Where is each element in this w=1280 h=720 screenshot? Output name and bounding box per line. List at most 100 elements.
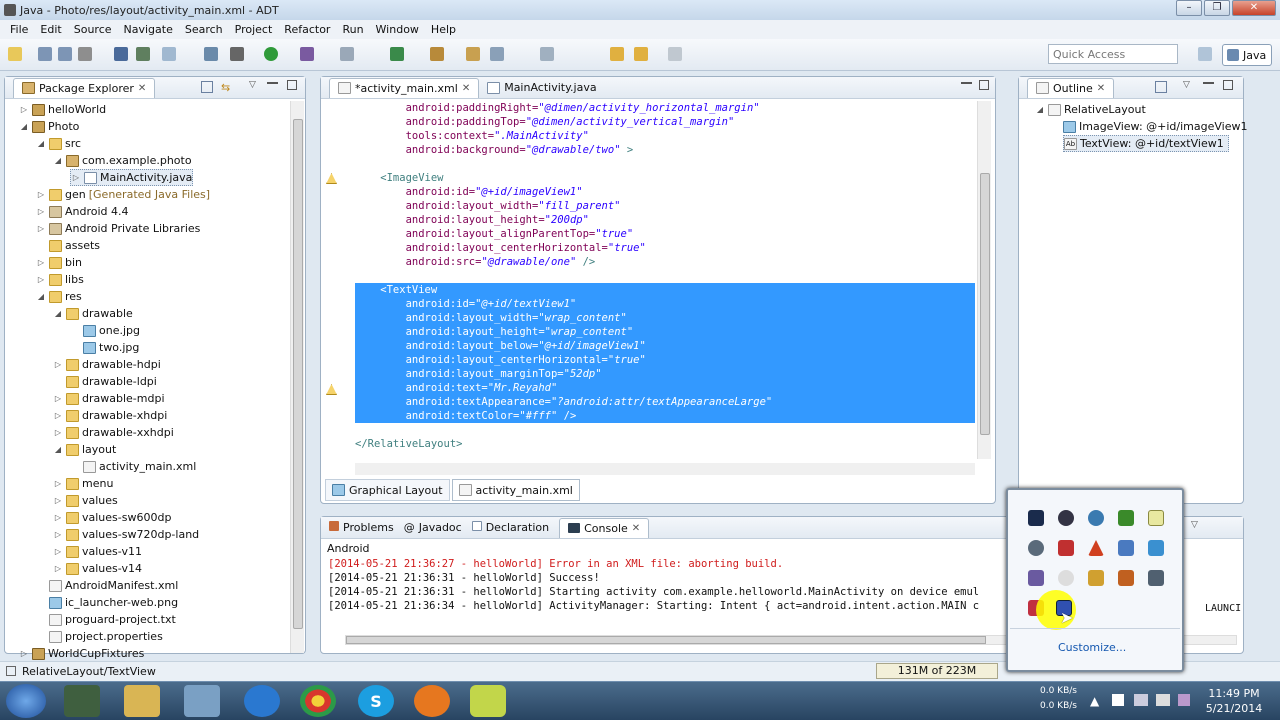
tree-item[interactable]: ◢ res	[36, 288, 82, 305]
tray-app-icon[interactable]	[1058, 570, 1074, 586]
tab-graphical-layout[interactable]: Graphical Layout	[325, 479, 450, 501]
tree-item[interactable]: ▷ drawable-xxhdpi	[53, 424, 174, 441]
tray-app-icon[interactable]	[1088, 570, 1104, 586]
expand-icon[interactable]: ▷	[53, 509, 63, 526]
collapse-all-icon[interactable]	[201, 81, 213, 93]
tree-item[interactable]: ▷ values-v14	[53, 560, 142, 577]
scroll-thumb[interactable]	[293, 119, 303, 629]
network-icon[interactable]	[1134, 694, 1148, 706]
outline-item-imageview[interactable]: ImageView: @+id/imageView1	[1063, 118, 1247, 135]
view-menu-icon[interactable]: ▽	[1183, 80, 1190, 90]
collapse-icon[interactable]: ◢	[36, 135, 46, 152]
maximize-button[interactable]: ❐	[1204, 0, 1230, 16]
tree-item[interactable]: activity_main.xml	[70, 458, 196, 475]
tree-item[interactable]: ◢ Photo	[19, 118, 79, 135]
taskbar-explorer-icon[interactable]	[124, 685, 160, 717]
code-line[interactable]: android:textAppearance="?android:attr/te…	[355, 395, 975, 409]
code-line[interactable]: android:layout_width="wrap_content"	[355, 311, 975, 325]
code-line[interactable]: android:id="@+id/textView1"	[355, 297, 975, 311]
minimize-view-icon[interactable]	[1203, 81, 1214, 84]
menu-source[interactable]: Source	[68, 23, 118, 36]
code-line[interactable]: tools:context=".MainActivity"	[355, 129, 589, 143]
volume-icon[interactable]	[1156, 694, 1170, 706]
editor-scrollbar[interactable]	[977, 101, 991, 459]
alert-icon[interactable]	[1088, 540, 1104, 556]
expand-icon[interactable]: ▷	[53, 475, 63, 492]
tree-item[interactable]: ▷ Android 4.4	[36, 203, 129, 220]
tab-mainactivity-java[interactable]: MainActivity.java	[479, 78, 604, 97]
dropbox-icon[interactable]	[1148, 540, 1164, 556]
code-line[interactable]: android:background="@drawable/two" >	[355, 143, 634, 157]
menu-file[interactable]: File	[4, 23, 34, 36]
tree-item[interactable]: ◢ drawable	[53, 305, 133, 322]
next-annotation-icon[interactable]	[490, 47, 504, 61]
menu-window[interactable]: Window	[370, 23, 425, 36]
code-line[interactable]: android:src="@drawable/one" />	[355, 255, 596, 269]
save-icon[interactable]	[38, 47, 52, 61]
code-line[interactable]: android:id="@+id/imageView1"	[355, 185, 583, 199]
code-line[interactable]: android:textColor="#fff" />	[355, 409, 975, 423]
tray-app-icon[interactable]	[1088, 510, 1104, 526]
heap-status[interactable]: 131M of 223M	[876, 663, 998, 679]
open-perspective-icon[interactable]	[1198, 47, 1212, 61]
expand-icon[interactable]: ▷	[53, 492, 63, 509]
tree-item[interactable]: ▷ MainActivity.java	[70, 169, 194, 186]
code-line[interactable]: android:layout_alignParentTop="true"	[355, 227, 634, 241]
show-hidden-icons-button[interactable]: ▲	[1090, 694, 1099, 708]
tree-item[interactable]: ◢ src	[36, 135, 81, 152]
code-line[interactable]: android:paddingTop="@dimen/activity_vert…	[355, 115, 735, 129]
taskbar-search-icon[interactable]	[184, 685, 220, 717]
external-tools-icon[interactable]	[300, 47, 314, 61]
tree-item[interactable]: ic_launcher-web.png	[36, 594, 178, 611]
close-icon[interactable]: ✕	[632, 523, 640, 534]
menu-refactor[interactable]: Refactor	[278, 23, 336, 36]
package-explorer-scrollbar[interactable]	[290, 101, 304, 653]
debug-icon[interactable]	[230, 47, 244, 61]
code-line[interactable]: android:layout_height="200dp"	[355, 213, 589, 227]
expand-icon[interactable]: ▷	[53, 424, 63, 441]
tray-app-icon[interactable]	[1118, 510, 1134, 526]
tree-item[interactable]: ▷ gen [Generated Java Files]	[36, 186, 210, 203]
open-task-icon[interactable]	[466, 47, 480, 61]
expand-icon[interactable]: ▷	[53, 560, 63, 577]
collapse-icon[interactable]: ◢	[53, 305, 63, 322]
expand-icon[interactable]: ▷	[53, 526, 63, 543]
code-line[interactable]: android:layout_below="@+id/imageView1"	[355, 339, 975, 353]
tab-console[interactable]: Console ✕	[559, 517, 650, 538]
minimize-button[interactable]: –	[1176, 0, 1202, 16]
expand-icon[interactable]: ▷	[53, 356, 63, 373]
code-line[interactable]: android:layout_width="fill_parent"	[355, 199, 621, 213]
tree-item[interactable]: ▷ values-v11	[53, 543, 142, 560]
tree-item[interactable]: ▷ values-sw720dp-land	[53, 526, 199, 543]
tray-app-icon[interactable]	[1148, 570, 1164, 586]
tree-item[interactable]: one.jpg	[70, 322, 140, 339]
bluetooth-icon[interactable]	[1028, 540, 1044, 556]
taskbar-ie-icon[interactable]	[244, 685, 280, 717]
menu-run[interactable]: Run	[336, 23, 369, 36]
tree-item[interactable]: ▷ values	[53, 492, 118, 509]
tab-xml-source[interactable]: activity_main.xml	[451, 479, 580, 501]
taskbar-terminal-icon[interactable]	[64, 685, 100, 717]
view-menu-icon[interactable]: ▽	[249, 80, 256, 90]
expand-icon[interactable]: ▷	[36, 271, 46, 288]
tree-item[interactable]: ▷ libs	[36, 271, 84, 288]
collapse-icon[interactable]: ◢	[53, 441, 63, 458]
tab-problems[interactable]: Problems	[329, 521, 394, 534]
menu-navigate[interactable]: Navigate	[118, 23, 179, 36]
maximize-view-icon[interactable]	[979, 80, 989, 90]
minimize-view-icon[interactable]	[267, 81, 278, 84]
tree-item[interactable]: assets	[36, 237, 100, 254]
code-line[interactable]: android:layout_centerHorizontal="true"	[355, 353, 975, 367]
code-line[interactable]: android:paddingRight="@dimen/activity_ho…	[355, 101, 760, 115]
expand-icon[interactable]: ▷	[19, 101, 29, 118]
maximize-view-icon[interactable]	[1223, 80, 1233, 90]
last-edit-icon[interactable]	[540, 47, 554, 61]
menu-project[interactable]: Project	[229, 23, 279, 36]
tree-item[interactable]: ▷ values-sw600dp	[53, 509, 172, 526]
tree-item[interactable]: ▷ WorldCupFixtures	[19, 645, 144, 662]
tree-item[interactable]: AndroidManifest.xml	[36, 577, 178, 594]
forward-icon[interactable]	[634, 47, 648, 61]
taskbar-skype-icon[interactable]: S	[358, 685, 394, 717]
open-type-icon[interactable]	[430, 47, 444, 61]
code-line[interactable]: android:text="Mr.Reyahd"	[355, 381, 975, 395]
